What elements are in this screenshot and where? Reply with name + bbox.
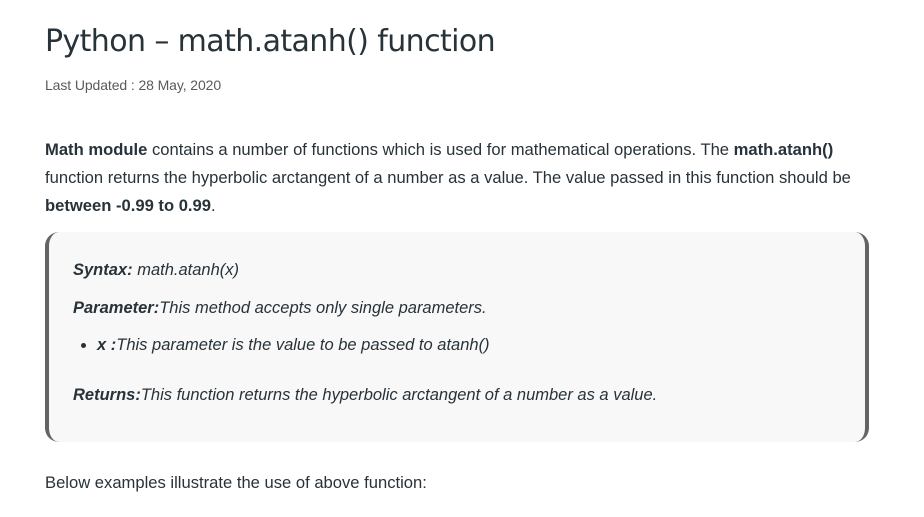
parameter-line: Parameter:This method accepts only singl…: [73, 294, 841, 322]
parameter-item: x :This parameter is the value to be pas…: [97, 331, 841, 359]
examples-intro: Below examples illustrate the use of abo…: [45, 473, 427, 492]
parameter-value: This method accepts only single paramete…: [159, 299, 487, 317]
parameter-list: x :This parameter is the value to be pas…: [73, 331, 841, 359]
parameter-item-desc: This parameter is the value to be passed…: [116, 336, 490, 354]
page-title: Python – math.atanh() function: [45, 24, 496, 59]
returns-line: Returns:This function returns the hyperb…: [73, 381, 841, 409]
intro-paragraph: Math module contains a number of functio…: [45, 136, 869, 220]
intro-text-2: function returns the hyperbolic arctange…: [45, 168, 851, 187]
intro-text-3: .: [211, 196, 216, 215]
intro-bold-function: math.atanh(): [733, 140, 834, 159]
intro-bold-module: Math module: [45, 140, 148, 159]
syntax-box: Syntax: math.atanh(x) Parameter:This met…: [45, 232, 869, 442]
intro-bold-range: between -0.99 to 0.99: [45, 196, 212, 215]
parameter-label: Parameter:: [73, 299, 160, 317]
returns-label: Returns:: [73, 386, 141, 404]
parameter-item-name: x :: [97, 336, 117, 354]
intro-text-1: contains a number of functions which is …: [147, 140, 734, 159]
syntax-label: Syntax:: [73, 261, 133, 279]
returns-value: This function returns the hyperbolic arc…: [140, 386, 658, 404]
syntax-value: math.atanh(x): [132, 261, 239, 279]
syntax-line: Syntax: math.atanh(x): [73, 256, 841, 284]
article: Python – math.atanh() function Last Upda…: [45, 20, 869, 497]
last-updated: Last Updated : 28 May, 2020: [45, 77, 222, 93]
